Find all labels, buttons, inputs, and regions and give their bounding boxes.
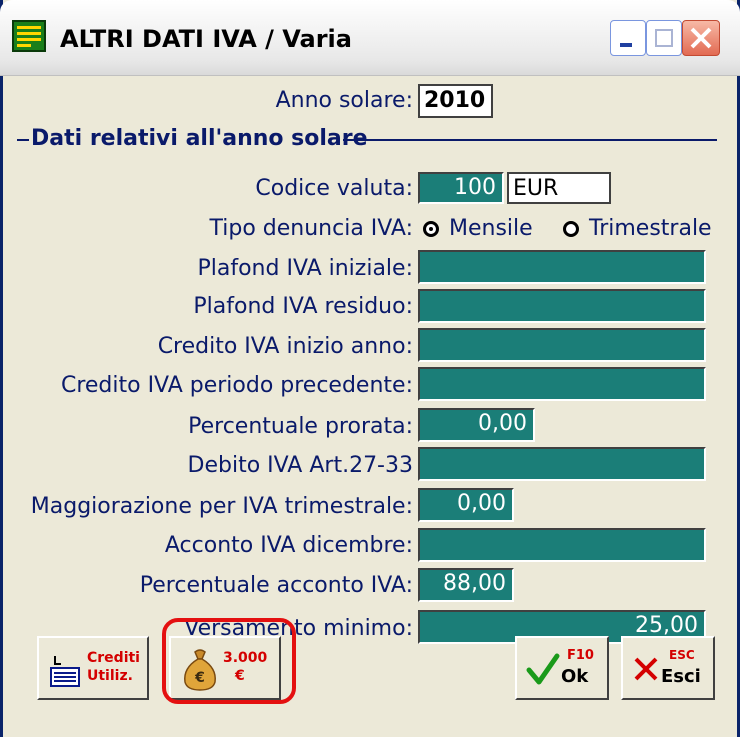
anno-label: Anno solare:: [275, 88, 413, 113]
plafond-iniziale-input[interactable]: [418, 250, 706, 284]
ok-button[interactable]: F10 Ok: [515, 636, 609, 700]
window-title: ALTRI DATI IVA / Varia: [60, 25, 352, 53]
prorata-label: Percentuale prorata:: [188, 414, 413, 439]
minimize-button[interactable]: [610, 20, 646, 56]
prorata-input[interactable]: 0,00: [418, 408, 535, 442]
close-button[interactable]: [682, 20, 720, 56]
minimize-icon: [620, 43, 632, 47]
ok-key: F10: [567, 648, 594, 663]
radio-trimestrale-label: Trimestrale: [589, 216, 712, 241]
credito-periodo-label: Credito IVA periodo precedente:: [60, 373, 413, 398]
credito-periodo-input[interactable]: [418, 367, 706, 401]
plafond-residuo-label: Plafond IVA residuo:: [193, 294, 413, 319]
crediti-label-1: Crediti: [87, 650, 140, 666]
section-title: Dati relativi all'anno solare: [31, 126, 368, 151]
radio-mensile-label: Mensile: [449, 216, 533, 241]
maggiorazione-input[interactable]: 0,00: [418, 488, 514, 522]
esci-label: Esci: [661, 666, 701, 687]
crediti-label-2: Utiliz.: [87, 668, 133, 684]
credito-inizio-input[interactable]: [418, 328, 706, 362]
checkmark-icon: [526, 653, 560, 685]
codice-valuta-code[interactable]: EUR: [507, 172, 611, 204]
plafond-residuo-input[interactable]: [418, 289, 706, 323]
list-icon: [50, 656, 80, 687]
debito-label: Debito IVA Art.27-33: [187, 453, 413, 478]
main-window: ALTRI DATI IVA / Varia Anno solare: 2010…: [0, 0, 740, 737]
codice-valuta-number[interactable]: 100: [418, 172, 504, 204]
radio-trimestrale[interactable]: [563, 221, 579, 237]
close-icon: [690, 27, 712, 49]
esci-button[interactable]: ESC Esci: [621, 636, 715, 700]
crediti-utilizzati-button[interactable]: Crediti Utiliz.: [37, 636, 149, 700]
maggiorazione-label: Maggiorazione per IVA trimestrale:: [30, 494, 413, 519]
app-icon: [12, 20, 46, 52]
maximize-icon: [655, 29, 673, 47]
acconto-dicembre-input[interactable]: [418, 528, 706, 562]
ok-label: Ok: [561, 666, 589, 687]
esci-key: ESC: [669, 648, 695, 662]
credito-inizio-label: Credito IVA inizio anno:: [157, 334, 413, 359]
maximize-button[interactable]: [646, 20, 682, 56]
section-divider: [343, 139, 717, 141]
perc-acconto-input[interactable]: 88,00: [418, 568, 514, 602]
acconto-dicembre-label: Acconto IVA dicembre:: [164, 533, 413, 558]
perc-acconto-label: Percentuale acconto IVA:: [139, 573, 413, 598]
section-divider-left: [17, 139, 29, 141]
title-bar: ALTRI DATI IVA / Varia: [0, 0, 740, 76]
radio-mensile[interactable]: [423, 221, 439, 237]
highlight-circle: [162, 618, 296, 704]
form-body: Anno solare: 2010 Dati relativi all'anno…: [3, 76, 737, 737]
anno-input[interactable]: 2010: [418, 84, 493, 118]
cross-icon: [634, 657, 658, 681]
plafond-iniziale-label: Plafond IVA iniziale:: [197, 256, 413, 281]
debito-input[interactable]: [418, 447, 706, 481]
codice-valuta-label: Codice valuta:: [255, 176, 413, 201]
tipo-denuncia-label: Tipo denuncia IVA:: [209, 216, 413, 241]
